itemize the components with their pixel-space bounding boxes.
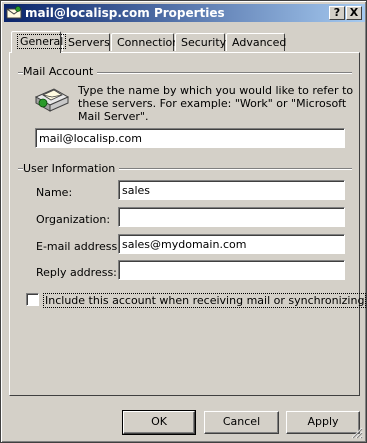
reply-address-label: Reply address: (36, 266, 117, 279)
apply-button[interactable]: Apply (286, 411, 360, 434)
close-button[interactable]: X (346, 6, 362, 20)
name-label: Name: (36, 186, 73, 199)
reply-address-input[interactable] (118, 260, 345, 280)
tab-servers-label: Servers (68, 36, 110, 49)
include-account-checkbox[interactable] (26, 293, 39, 306)
tab-connection-label: Connection (117, 36, 180, 49)
mail-server-icon (34, 85, 70, 113)
organization-label: Organization: (36, 213, 111, 226)
mail-account-group-label: Mail Account (23, 65, 98, 78)
account-name-input[interactable]: mail@localisp.com (35, 128, 345, 148)
organization-input[interactable] (118, 207, 345, 227)
mail-account-description: Type the name by which you would like to… (78, 84, 354, 123)
tab-advanced-label: Advanced (232, 36, 287, 49)
tab-security-label: Security (181, 36, 227, 49)
tab-servers[interactable]: Servers (62, 33, 110, 51)
tab-advanced[interactable]: Advanced (226, 33, 287, 51)
title-bar[interactable]: mail@localisp.com Properties ? X (4, 4, 365, 22)
include-account-label[interactable]: Include this account when receiving mail… (43, 293, 367, 308)
tab-general-label: General (17, 34, 67, 49)
tab-general[interactable]: General (11, 31, 67, 53)
help-button[interactable]: ? (329, 6, 345, 20)
tab-security[interactable]: Security (175, 33, 227, 51)
properties-dialog: mail@localisp.com Properties ? X General… (0, 0, 367, 443)
email-label: E-mail address: (36, 240, 121, 253)
email-input[interactable]: sales@mydomain.com (118, 234, 345, 254)
tab-connection[interactable]: Connection (111, 33, 179, 51)
user-info-group-label: User Information (23, 162, 120, 175)
resize-grip-icon[interactable] (351, 427, 363, 439)
ok-button[interactable]: OK (122, 410, 196, 435)
cancel-button[interactable]: Cancel (204, 411, 279, 434)
window-title: mail@localisp.com Properties (25, 6, 225, 20)
mail-account-icon (6, 6, 22, 20)
name-input[interactable]: sales (118, 180, 345, 200)
general-tab-panel: Mail Account Type the name by which you … (9, 52, 367, 396)
